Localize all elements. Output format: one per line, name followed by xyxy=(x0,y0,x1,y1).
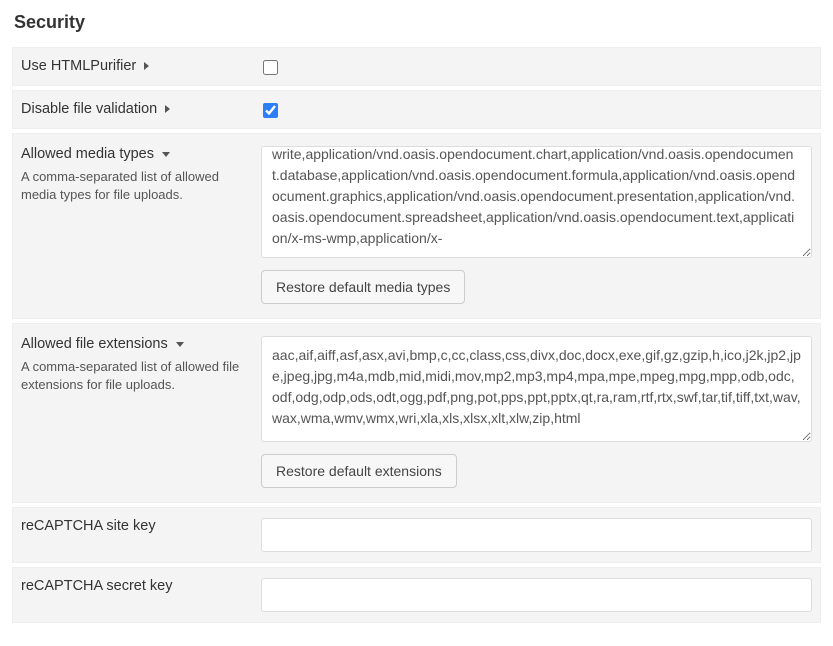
row-file-extensions: Allowed file extensions A comma-separate… xyxy=(12,323,821,503)
row-disable-validation: Disable file validation xyxy=(12,90,821,129)
label-media-types[interactable]: Allowed media types xyxy=(21,146,253,162)
row-recaptcha-secret-key: reCAPTCHA secret key xyxy=(12,567,821,623)
restore-extensions-button[interactable]: Restore default extensions xyxy=(261,454,457,488)
label-html-purifier[interactable]: Use HTMLPurifier xyxy=(21,58,253,74)
help-media-types: A comma-separated list of allowed media … xyxy=(21,168,253,203)
label-text: Allowed media types xyxy=(21,146,154,162)
label-text: Disable file validation xyxy=(21,101,157,117)
row-recaptcha-site-key: reCAPTCHA site key xyxy=(12,507,821,563)
disable-validation-checkbox[interactable] xyxy=(263,103,278,118)
html-purifier-checkbox[interactable] xyxy=(263,60,278,75)
page-title: Security xyxy=(12,12,821,33)
label-file-extensions[interactable]: Allowed file extensions xyxy=(21,336,253,352)
recaptcha-site-key-input[interactable] xyxy=(261,518,812,552)
label-recaptcha-site-key: reCAPTCHA site key xyxy=(21,518,156,534)
caret-down-icon xyxy=(176,342,184,347)
file-extensions-textarea[interactable] xyxy=(261,336,812,442)
restore-media-types-button[interactable]: Restore default media types xyxy=(261,270,465,304)
recaptcha-secret-key-input[interactable] xyxy=(261,578,812,612)
label-recaptcha-secret-key: reCAPTCHA secret key xyxy=(21,578,173,594)
label-text: Use HTMLPurifier xyxy=(21,58,136,74)
help-file-extensions: A comma-separated list of allowed file e… xyxy=(21,358,253,393)
caret-right-icon xyxy=(144,62,149,70)
caret-down-icon xyxy=(162,152,170,157)
row-html-purifier: Use HTMLPurifier xyxy=(12,47,821,86)
label-disable-validation[interactable]: Disable file validation xyxy=(21,101,253,117)
label-text: Allowed file extensions xyxy=(21,336,168,352)
media-types-textarea[interactable] xyxy=(261,146,812,258)
caret-right-icon xyxy=(165,105,170,113)
row-media-types: Allowed media types A comma-separated li… xyxy=(12,133,821,319)
